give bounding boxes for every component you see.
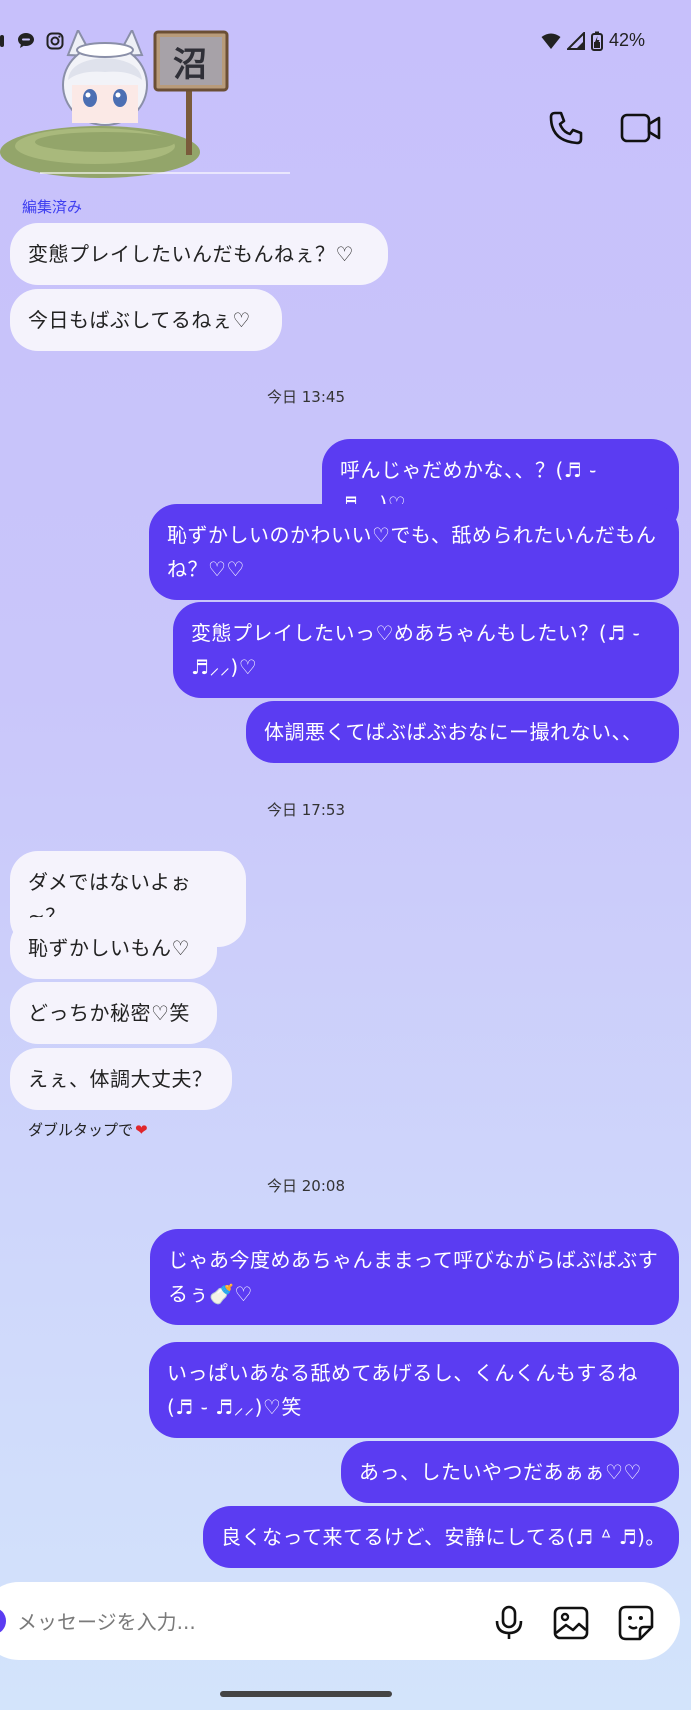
phone-icon <box>549 111 583 145</box>
timestamp: 今日 13:45 <box>267 388 345 406</box>
received-message[interactable]: 変態プレイしたいんだもんねぇ？♡ <box>10 223 388 285</box>
received-message[interactable]: えぇ、体調大丈夫？ <box>10 1048 232 1110</box>
received-message[interactable]: どっちか秘密♡笑 <box>10 982 217 1044</box>
profile-sticker[interactable]: 沼 <box>0 27 300 180</box>
microphone-icon <box>495 1605 523 1639</box>
header-divider <box>40 172 290 174</box>
message-input[interactable] <box>17 1607 457 1637</box>
sent-message[interactable]: 体調悪くてばぶばぶおなにー撮れない、、 <box>246 701 679 763</box>
video-call-button[interactable] <box>616 105 666 151</box>
gallery-button[interactable] <box>551 1603 591 1643</box>
sent-message[interactable]: 良くなって来てるけど、安静にしてる(♬︎ ᐞ ♬︎)｡ <box>203 1506 679 1568</box>
received-message[interactable]: 恥ずかしいもん♡ <box>10 917 217 979</box>
sent-message[interactable]: じゃあ今度めあちゃんままって呼びながらばぶばぶするぅ🍼♡ <box>150 1229 679 1325</box>
sticker-sign-text: 沼 <box>173 45 207 85</box>
sent-message[interactable]: あっ、したいやつだあぁぁ♡♡ <box>341 1441 679 1503</box>
microphone-button[interactable] <box>489 1603 529 1643</box>
sticker-icon <box>618 1605 654 1641</box>
sent-message[interactable]: 恥ずかしいのかわいい♡でも、舐められたいんだもんね？♡♡ <box>149 504 679 600</box>
voice-call-button[interactable] <box>543 105 589 151</box>
home-indicator[interactable] <box>220 1691 392 1697</box>
timestamp: 今日 17:53 <box>267 801 345 819</box>
chat-header: 沼 <box>0 27 691 180</box>
video-camera-icon <box>620 113 661 143</box>
hint-text: ダブルタップで <box>28 1121 134 1139</box>
heart-icon: ❤ <box>135 1120 148 1139</box>
received-message[interactable]: 今日もばぶしてるねぇ♡ <box>10 289 282 351</box>
edited-label: 編集済み <box>22 198 83 216</box>
double-tap-hint: ダブルタップで ❤ <box>28 1119 148 1140</box>
image-icon <box>553 1606 589 1640</box>
sticker-button[interactable] <box>616 1603 656 1643</box>
timestamp: 今日 20:08 <box>267 1177 345 1195</box>
sent-message[interactable]: 変態プレイしたいっ♡めあちゃんもしたい？(♬︎ ֊ ♬︎⸝⸝)♡ <box>173 602 679 698</box>
sent-message[interactable]: いっぱいあなる舐めてあげるし、くんくんもするね(♬︎ ֊ ♬︎⸝⸝)♡笑 <box>149 1342 679 1438</box>
